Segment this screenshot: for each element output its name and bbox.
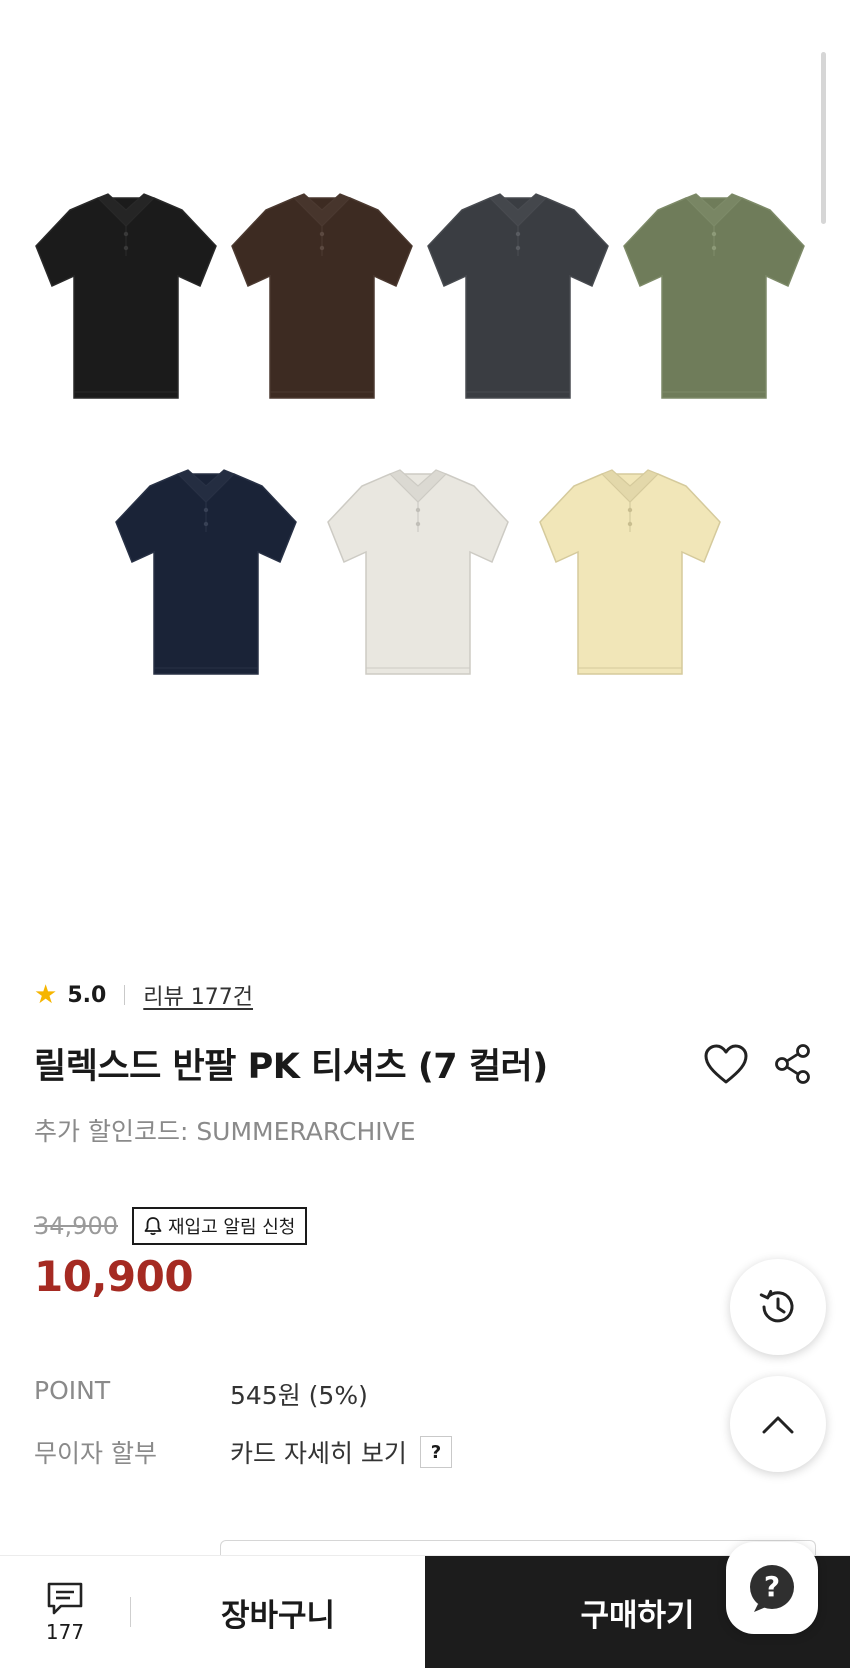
rating-row: ★ 5.0 리뷰 177건	[34, 978, 253, 1012]
history-icon	[759, 1289, 794, 1323]
original-price: 34,900	[34, 1212, 118, 1240]
product-image-gallery[interactable]	[0, 0, 850, 900]
review-count: 177	[45, 1620, 85, 1644]
gallery-scrollbar[interactable]	[821, 52, 826, 224]
recent-history-button[interactable]	[730, 1259, 826, 1355]
rating-value: 5.0	[67, 982, 107, 1008]
restock-alert-label: 재입고 알림 신청	[168, 1217, 296, 1238]
review-tab-button[interactable]: 177	[0, 1556, 130, 1668]
discount-code-text: 추가 할인코드: SUMMERARCHIVE	[34, 1117, 416, 1146]
shirt-color-option	[536, 466, 724, 686]
shirt-color-option	[620, 190, 808, 410]
chevron-up-icon	[762, 1416, 794, 1434]
shirt-color-option	[324, 466, 512, 686]
restock-alert-button[interactable]: 재입고 알림 신청	[132, 1207, 308, 1245]
point-value: 545원 (5%)	[230, 1381, 368, 1410]
share-button[interactable]	[772, 1042, 814, 1086]
bell-icon	[144, 1217, 162, 1236]
shirt-color-option	[424, 190, 612, 410]
sale-price: 10,900	[34, 1252, 194, 1301]
rating-divider	[124, 985, 126, 1005]
svg-text:?: ?	[764, 1570, 780, 1603]
wishlist-button[interactable]	[702, 1042, 750, 1086]
shirt-color-option	[228, 190, 416, 410]
bottom-action-bar: 177 장바구니 구매하기	[0, 1555, 850, 1668]
star-icon: ★	[34, 980, 58, 1010]
chat-icon	[47, 1582, 83, 1615]
help-icon[interactable]: ?	[420, 1436, 452, 1468]
help-icon: ?	[750, 1565, 794, 1612]
shirt-color-option	[112, 466, 300, 686]
share-icon	[775, 1044, 810, 1084]
product-title: 릴렉스드 반팔 PK 티셔츠 (7 컬러)	[34, 1047, 548, 1087]
review-count-link[interactable]: 리뷰 177건	[143, 979, 253, 1011]
installment-label: 무이자 할부	[34, 1439, 157, 1468]
support-chat-button[interactable]: ?	[726, 1542, 818, 1634]
heart-icon	[704, 1044, 748, 1084]
point-label: POINT	[34, 1376, 111, 1405]
shirt-color-option	[32, 190, 220, 410]
card-details-link[interactable]: 카드 자세히 보기	[230, 1434, 407, 1470]
scroll-top-button[interactable]	[730, 1376, 826, 1472]
add-to-cart-button[interactable]: 장바구니	[131, 1556, 425, 1668]
